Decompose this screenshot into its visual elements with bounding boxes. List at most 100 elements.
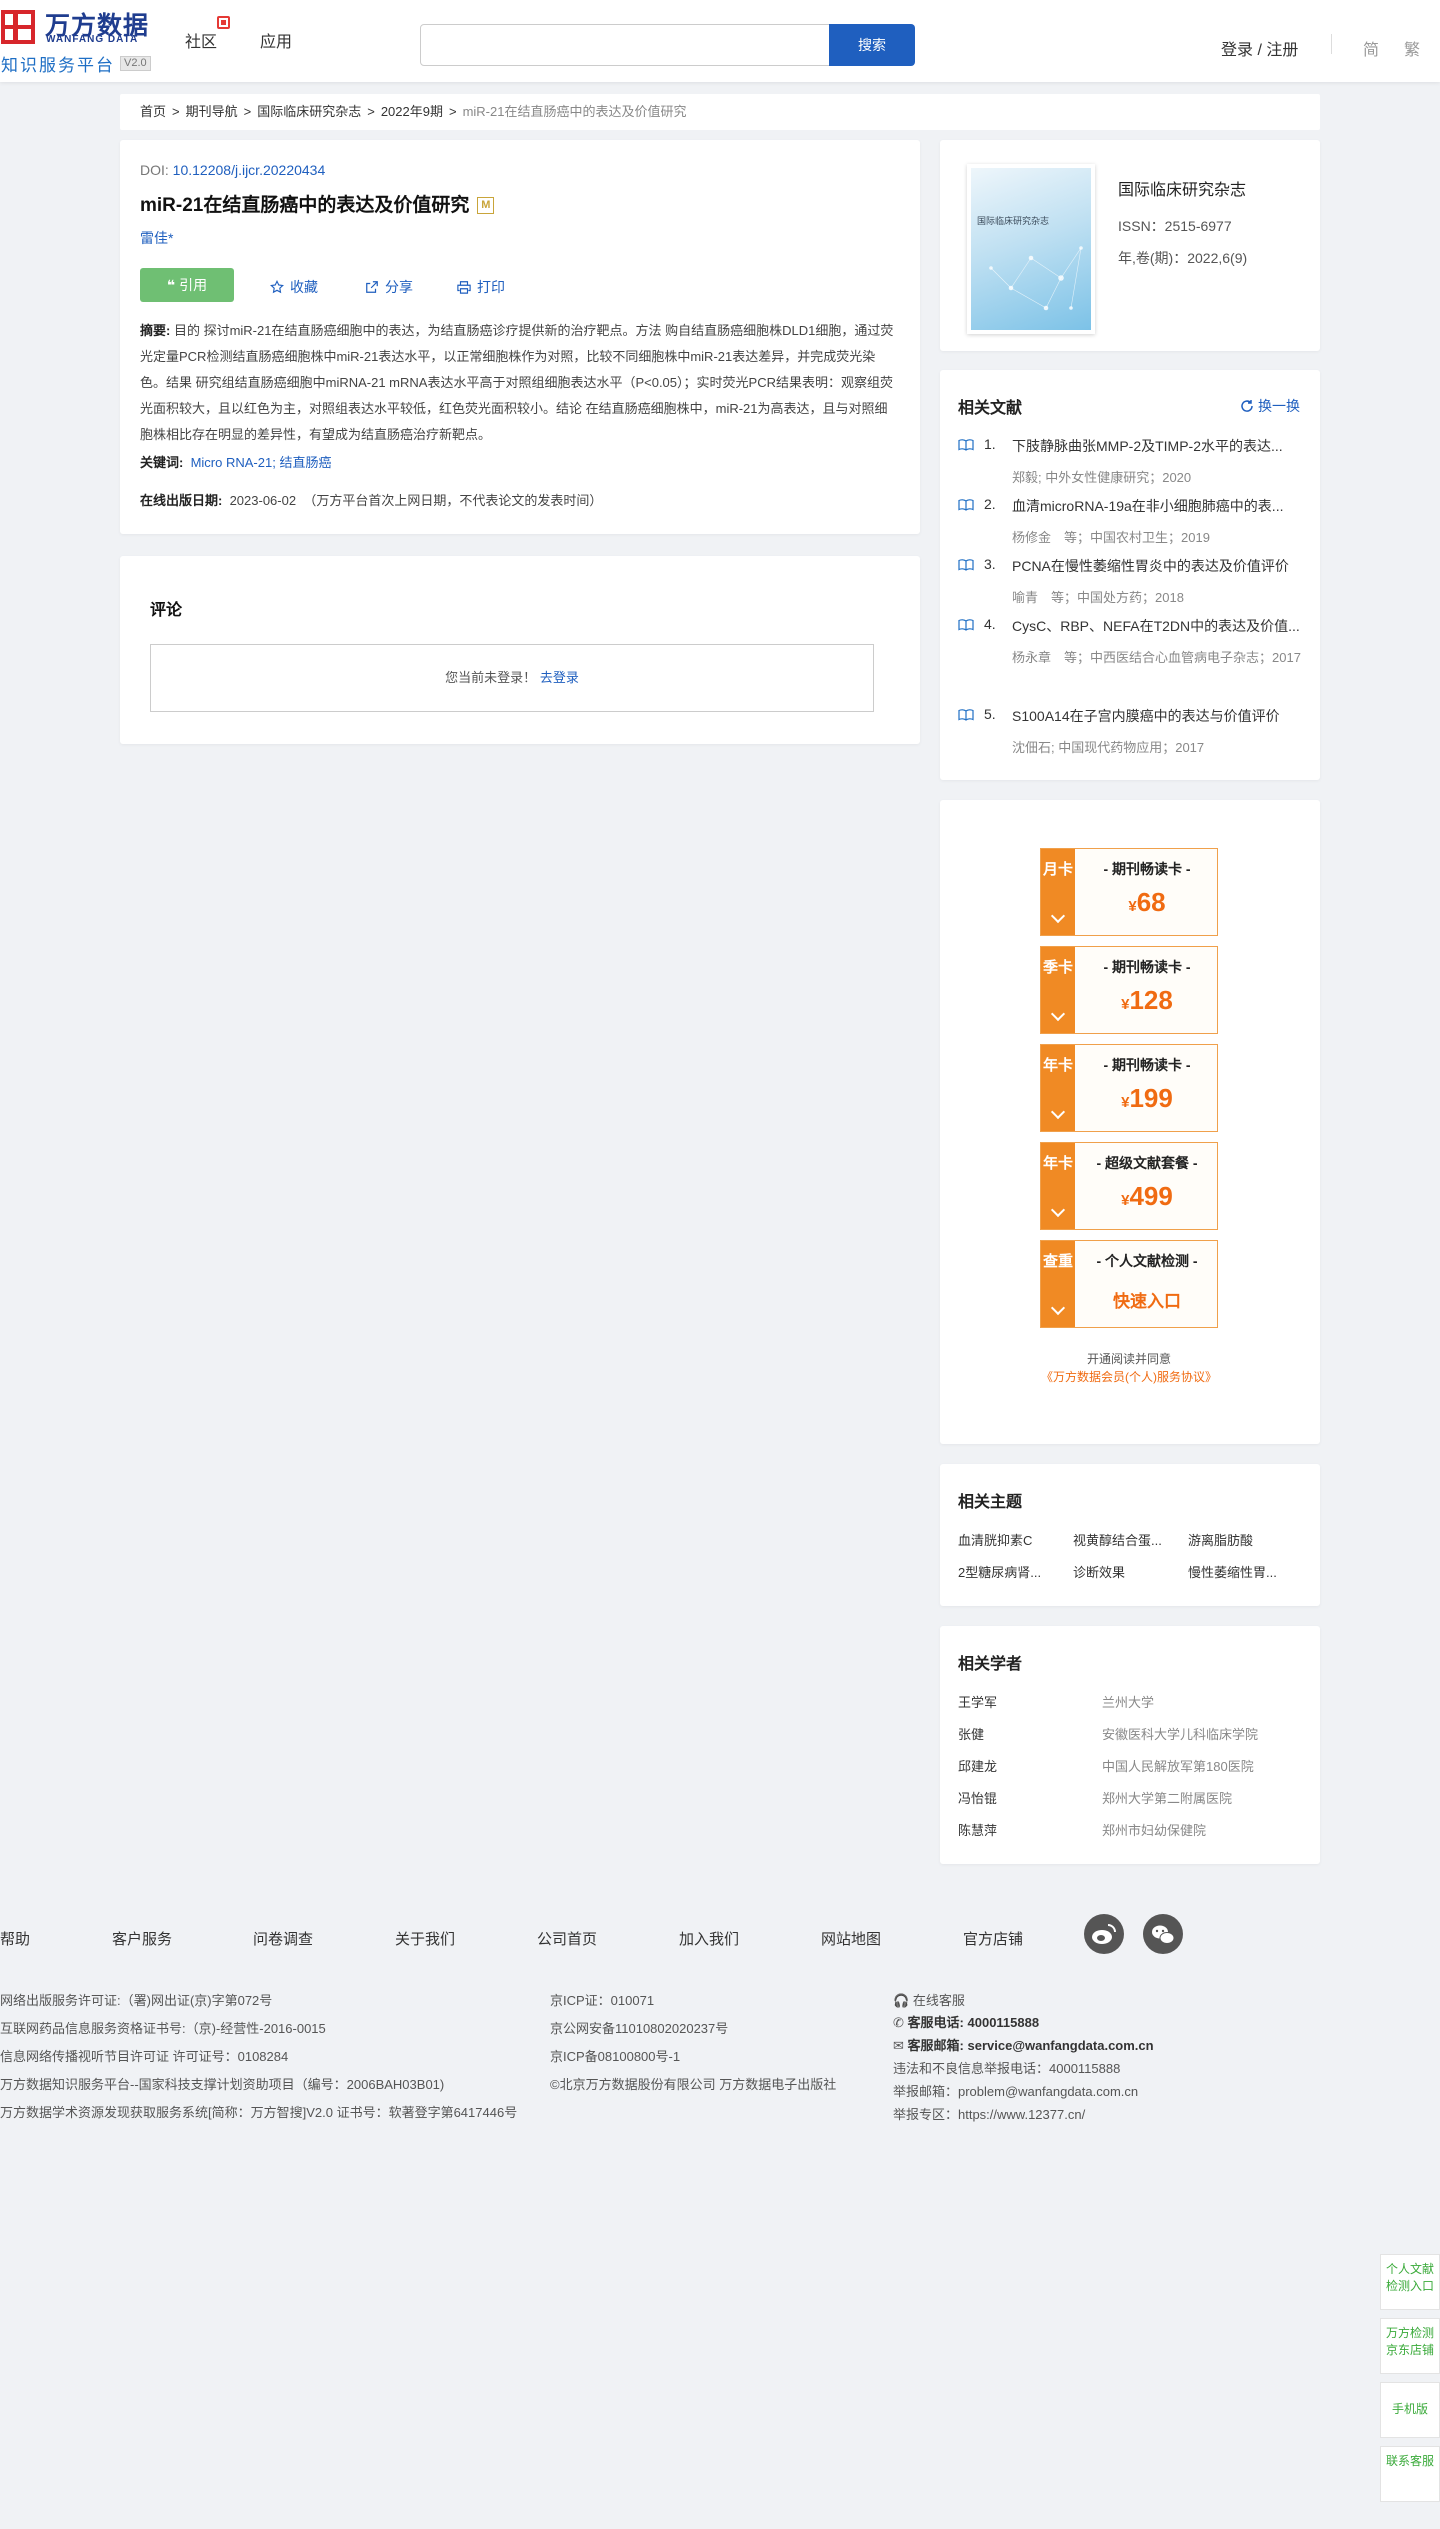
scholar-name[interactable]: 邱建龙 [958,1756,997,1775]
related-doc-title[interactable]: 下肢静脉曲张MMP-2及TIMP-2水平的表达... [1012,436,1304,456]
scholar-name[interactable]: 陈慧萍 [958,1820,997,1839]
scholar-name[interactable]: 冯怡锟 [958,1788,997,1807]
lang-traditional[interactable]: 繁 [1404,36,1420,60]
related-doc-meta: 杨永章 等；中西医结合心血管病电子杂志；2017 [1012,650,1301,665]
pubdate-row: 在线出版日期: 2023-06-02 （万方平台首次上网日期，不代表论文的发表时… [140,490,602,509]
footer-link-service[interactable]: 客户服务 [112,1928,172,1949]
footer-link-help[interactable]: 帮助 [0,1928,30,1949]
comments-card: 评论 您当前未登录！ 去登录 [120,556,920,744]
phone-icon: ✆ [893,2015,904,2030]
service-agreement-link[interactable]: 《万方数据会员(个人)服务协议》 [940,1368,1318,1385]
price-value: 199 [1129,1083,1173,1113]
footer-link-about[interactable]: 关于我们 [395,1928,455,1949]
nav-community[interactable]: 社区 [185,28,217,52]
footer-icp[interactable]: 京公网安备11010802020237号 [550,2018,728,2037]
vip-card-quarterly[interactable]: 季卡 - 期刊畅读卡 - ¥128 [1040,946,1218,1034]
journal-cover[interactable]: 国际临床研究杂志 [967,164,1095,334]
footer-license: 万方数据知识服务平台--国家科技支撑计划资助项目（编号：2006BAH03B01… [0,2077,445,2092]
scholar-name[interactable]: 张健 [958,1724,984,1743]
journal-card: 国际临床研究杂志 国际临床研究杂志 ISSN：2515-6977 年,卷(期)：… [940,140,1320,351]
footer-icp[interactable]: 京ICP备08100800号-1 [550,2046,680,2065]
vip-price: ¥128 [1075,985,1219,1016]
related-doc-num: 1. [984,436,996,452]
doi-link[interactable]: 10.12208/j.ijcr.20220434 [173,162,326,178]
phone-label: 客服电话: [907,2015,964,2030]
scholar-org: 郑州市妇幼保健院 [1102,1823,1207,1838]
community-badge-icon [217,16,230,29]
headset-icon: 🎧 [893,1993,910,2008]
abstract: 摘要: 目的 探讨miR-21在结直肠癌细胞中的表达，为结直肠癌诊疗提供新的治疗… [140,318,900,448]
share-button[interactable]: 分享 [365,277,413,297]
vip-card-yearly[interactable]: 年卡 - 期刊畅读卡 - ¥199 [1040,1044,1218,1132]
pubdate-label: 在线出版日期: [140,493,223,508]
scholar-org: 兰州大学 [1102,1695,1155,1710]
topic-link[interactable]: 诊断效果 [1073,1562,1178,1581]
related-doc-title[interactable]: S100A14在子宫内膜癌中的表达与价值评价 [1012,706,1304,726]
wechat-icon[interactable] [1143,1914,1183,1954]
topic-link[interactable]: 血清胱抑素C [958,1530,1063,1549]
topic-link[interactable]: 视黄醇结合蛋... [1073,1530,1178,1549]
phone-value: 4000115888 [967,2015,1040,2030]
article-title: miR-21在结直肠癌中的表达及价值研究 M [140,190,495,217]
cite-button[interactable]: ❝ 引用 [140,268,234,302]
related-doc-item[interactable]: 1. 下肢静脉曲张MMP-2及TIMP-2水平的表达... 郑毅; 中外女性健康… [958,436,1304,496]
related-doc-item[interactable]: 3. PCNA在慢性萎缩性胃炎中的表达及价值评价 喻青 等；中国处方药；2018 [958,556,1304,616]
cover-network-graphic [989,246,1083,311]
currency-symbol: ¥ [1128,898,1137,915]
online-service-link[interactable]: 🎧 在线客服 [893,1990,965,2009]
vip-name: - 超级文献套餐 - [1096,1155,1198,1171]
login-register-link[interactable]: 登录 / 注册 [1221,36,1298,60]
side-mobile[interactable]: 手机版 [1380,2382,1440,2438]
author-link[interactable]: 雷佳* [140,228,173,248]
related-docs-title: 相关文献 [958,400,1023,417]
side-jd-store[interactable]: 万方检测京东店铺 [1380,2318,1440,2374]
topic-link[interactable]: 2型糖尿病肾... [958,1562,1063,1581]
footer-icp[interactable]: 京ICP证：010071 [550,1990,654,2009]
scholar-org: 中国人民解放军第180医院 [1102,1759,1254,1774]
related-docs-card: 相关文献 换一换 1. 下肢静脉曲张MMP-2及TIMP-2水平的表达... 郑… [940,370,1320,780]
footer-link-join[interactable]: 加入我们 [679,1928,739,1949]
favorite-button[interactable]: 收藏 [270,277,318,297]
related-doc-item[interactable]: 5. S100A14在子宫内膜癌中的表达与价值评价 沈佃石; 中国现代药物应用；… [958,706,1304,766]
breadcrumb-home[interactable]: 首页 [140,104,166,119]
breadcrumb-journal[interactable]: 国际临床研究杂志 [257,104,361,119]
journal-name[interactable]: 国际临床研究杂志 [1118,176,1246,200]
footer-link-store[interactable]: 官方店铺 [963,1928,1023,1949]
printer-icon [457,281,471,294]
topic-link[interactable]: 慢性萎缩性胃... [1188,1562,1293,1581]
scholar-name[interactable]: 王学军 [958,1692,997,1711]
print-button[interactable]: 打印 [457,277,505,297]
email-value[interactable]: service@wanfangdata.com.cn [968,2038,1154,2053]
refresh-icon [1241,400,1253,412]
breadcrumb-journal-nav[interactable]: 期刊导航 [186,104,238,119]
footer-link-sitemap[interactable]: 网站地图 [821,1928,881,1949]
side-personal-check[interactable]: 个人文献检测入口 [1380,2254,1440,2310]
search-button[interactable]: 搜索 [829,24,915,66]
footer-link-company[interactable]: 公司首页 [537,1928,597,1949]
keyword-link[interactable]: 结直肠癌 [279,455,331,470]
nav-apps[interactable]: 应用 [260,28,292,52]
login-link[interactable]: 去登录 [540,670,579,685]
keywords-row: 关键词: Micro RNA-21; 结直肠癌 [140,452,331,471]
related-doc-item[interactable]: 4. CysC、RBP、NEFA在T2DN中的表达及价值... 杨永章 等；中西… [958,616,1304,706]
search-input[interactable] [420,24,830,66]
vip-card-monthly[interactable]: 月卡 - 期刊畅读卡 - ¥68 [1040,848,1218,936]
vip-card-check[interactable]: 查重 - 个人文献检测 - 快速入口 [1040,1240,1218,1328]
wanfang-logo[interactable]: 万方数据 WANFANG DATA 知识服务平台 V2.0 [0,6,160,75]
vip-card-super[interactable]: 年卡 - 超级文献套餐 - ¥499 [1040,1142,1218,1230]
pubdate-value: 2023-06-02 [229,493,297,508]
related-doc-title[interactable]: 血清microRNA-19a在非小细胞肺癌中的表... [1012,496,1304,516]
footer-report-zone[interactable]: 举报专区：https://www.12377.cn/ [893,2104,1085,2123]
side-contact[interactable]: 联系客服 [1380,2446,1440,2502]
weibo-icon[interactable] [1084,1914,1124,1954]
comments-login-box: 您当前未登录！ 去登录 [150,644,874,712]
lang-simplified[interactable]: 简 [1363,36,1379,60]
breadcrumb-issue[interactable]: 2022年9期 [381,104,443,119]
keyword-link[interactable]: Micro RNA-21 [191,455,273,470]
topic-link[interactable]: 游离脂肪酸 [1188,1530,1293,1549]
refresh-button[interactable]: 换一换 [1240,396,1300,416]
related-doc-title[interactable]: PCNA在慢性萎缩性胃炎中的表达及价值评价 [1012,556,1304,576]
footer-link-survey[interactable]: 问卷调查 [253,1928,313,1949]
related-doc-item[interactable]: 2. 血清microRNA-19a在非小细胞肺癌中的表... 杨修金 等；中国农… [958,496,1304,556]
related-doc-title[interactable]: CysC、RBP、NEFA在T2DN中的表达及价值... [1012,616,1304,636]
